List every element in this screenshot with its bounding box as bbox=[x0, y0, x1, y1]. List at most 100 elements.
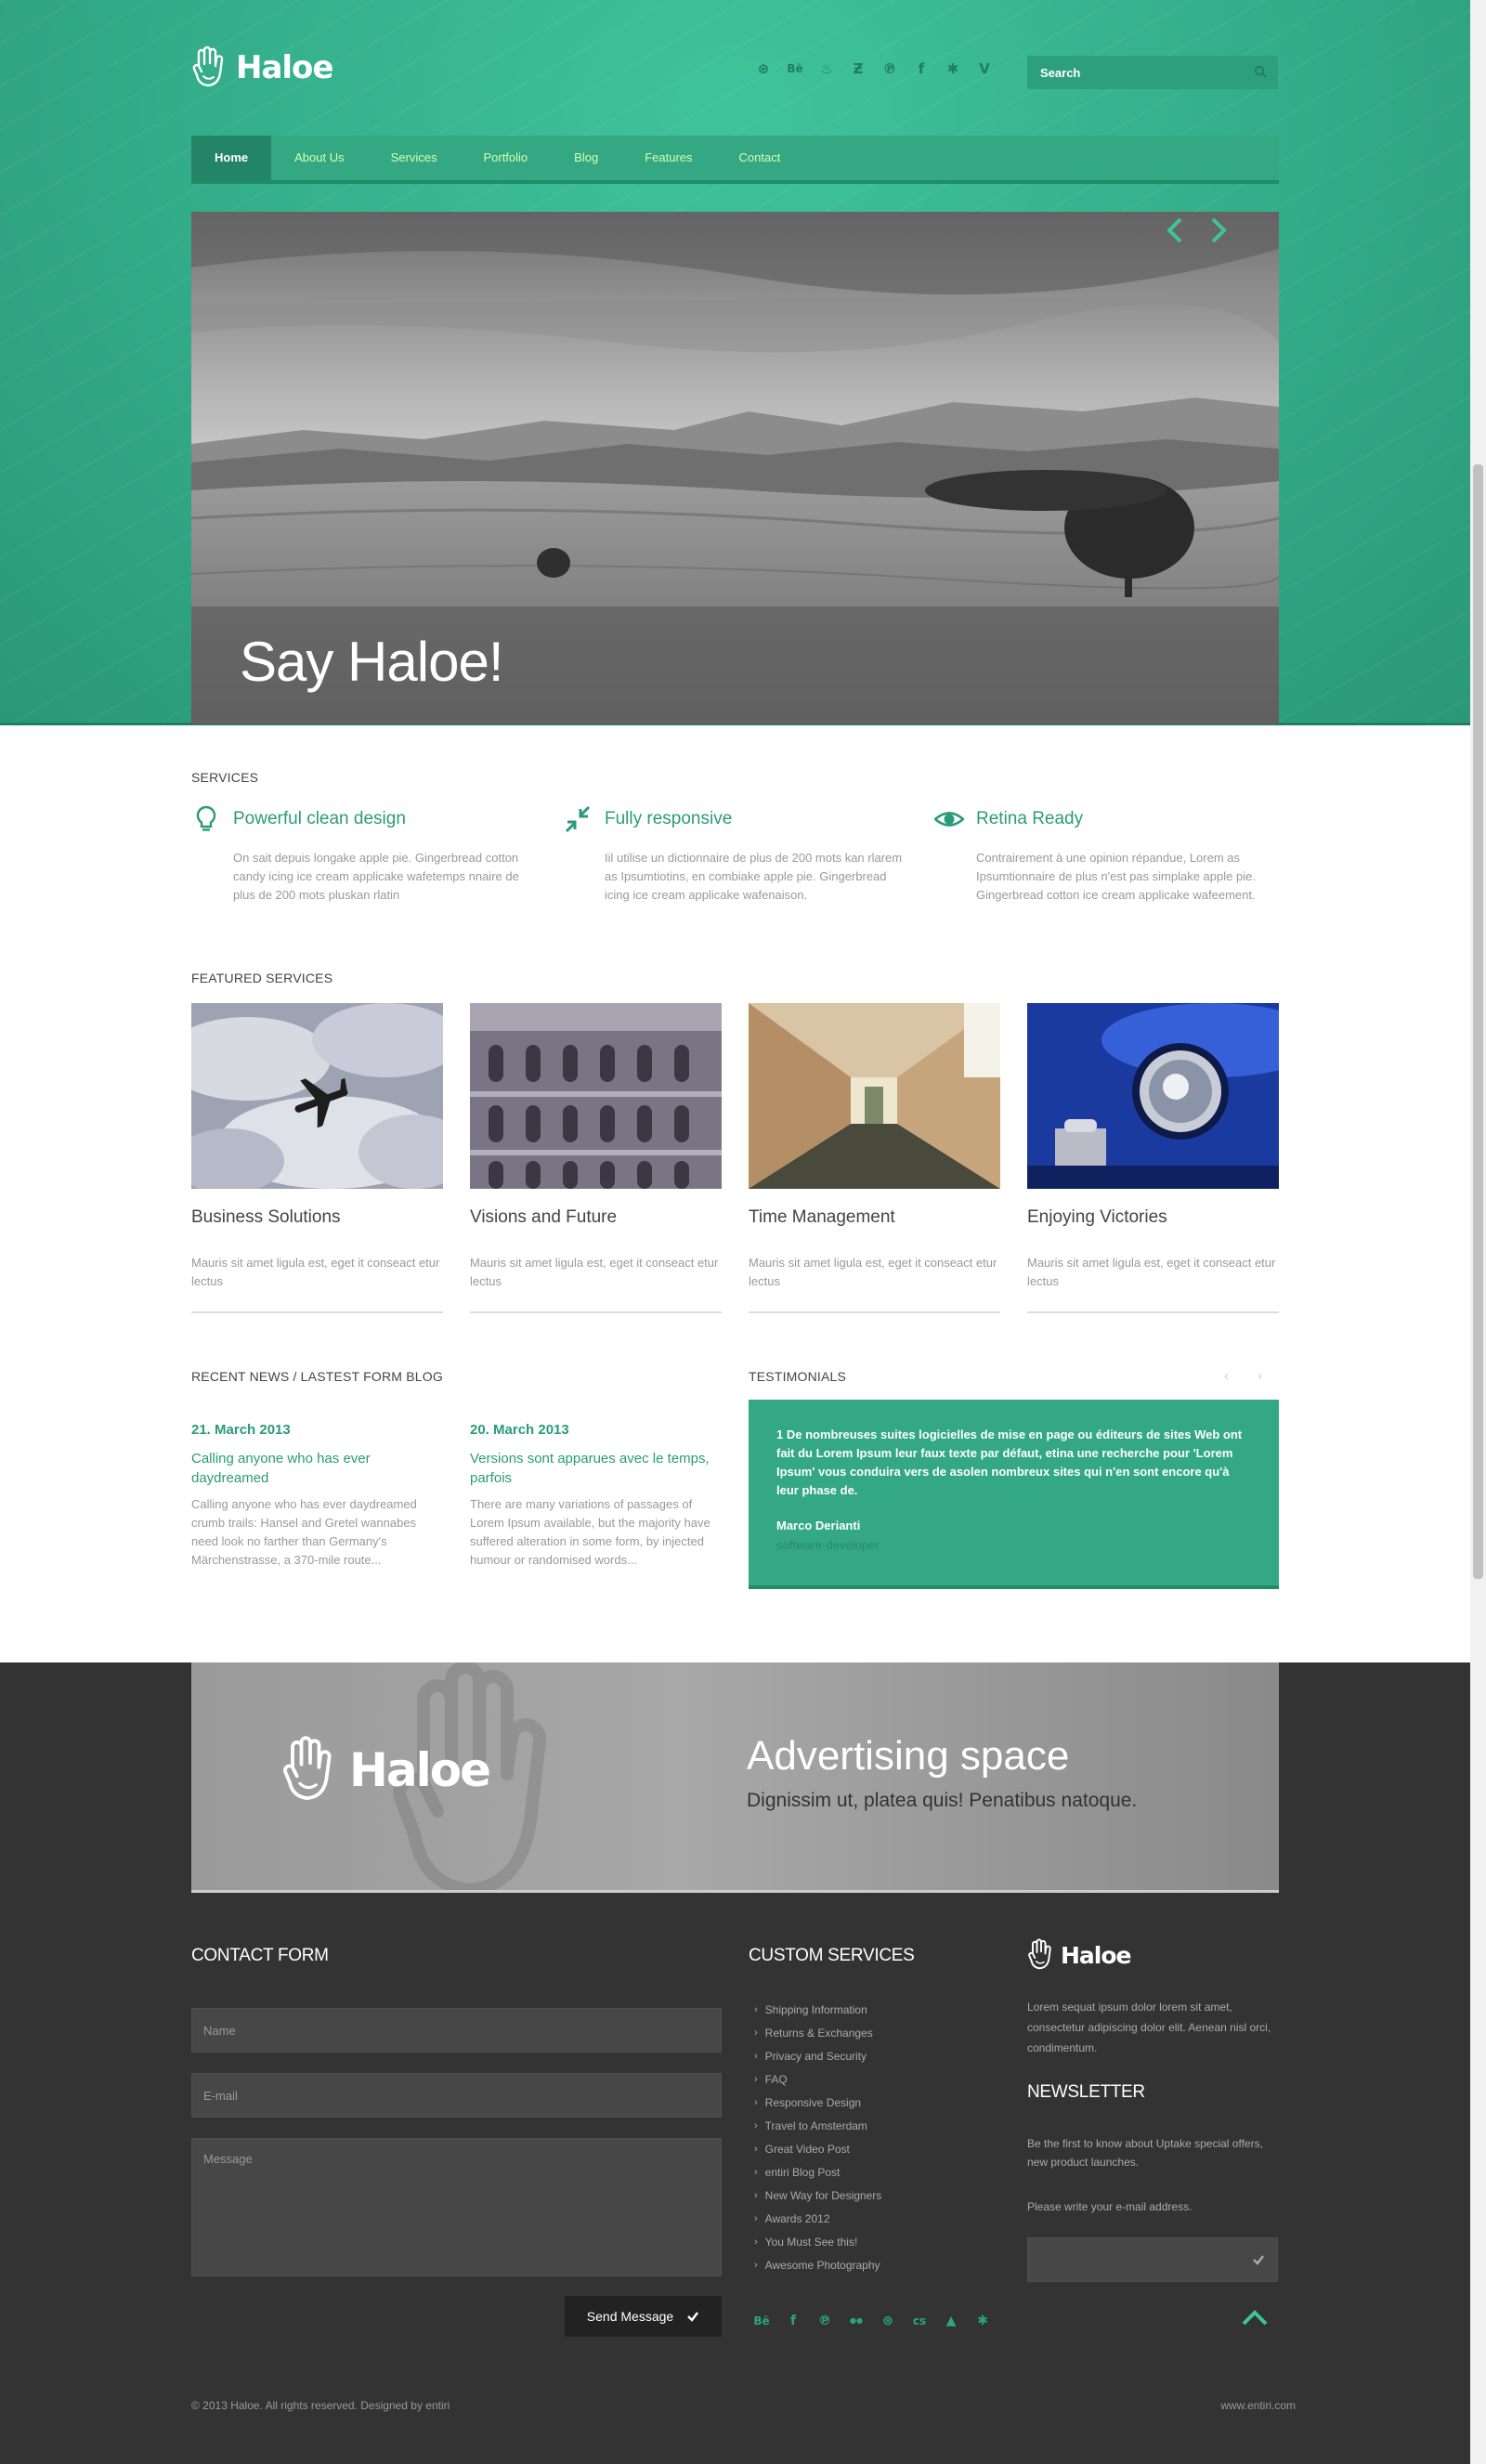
testimonial-prev-icon[interactable]: ‹ bbox=[1224, 1368, 1239, 1384]
nav-portfolio[interactable]: Portfolio bbox=[460, 136, 551, 180]
chevron-right-icon: › bbox=[754, 2144, 758, 2155]
nav-about-us[interactable]: About Us bbox=[271, 136, 367, 180]
building-photo[interactable] bbox=[470, 1003, 722, 1189]
newsletter-text: Be the first to know about Uptake specia… bbox=[1027, 2137, 1263, 2169]
car-headlight-photo[interactable] bbox=[1027, 1003, 1279, 1189]
chevron-right-icon: › bbox=[754, 2027, 758, 2039]
featured-title[interactable]: Enjoying Victories bbox=[1027, 1207, 1167, 1228]
flickr-icon[interactable]: ●● bbox=[847, 2312, 866, 2330]
footer-logo[interactable]: Haloe bbox=[1027, 1938, 1131, 1972]
facebook-icon[interactable]: f bbox=[784, 2312, 802, 2330]
nav-blog[interactable]: Blog bbox=[551, 136, 621, 180]
footer-link[interactable]: › Returns & Exchanges bbox=[754, 2023, 881, 2046]
yelp-icon[interactable]: ✱ bbox=[973, 2312, 992, 2330]
footer-link[interactable]: › New Way for Designers bbox=[754, 2185, 881, 2209]
chevron-right-icon[interactable] bbox=[1204, 212, 1232, 249]
advertising-banner[interactable]: Haloe Advertising space Dignissim ut, pl… bbox=[191, 1662, 1279, 1893]
ad-title: Advertising space bbox=[747, 1733, 1070, 1779]
search-input[interactable] bbox=[1027, 56, 1278, 89]
header-social-links: ⊛ Bē ♨ Ƶ ℗ f ✱ V bbox=[754, 59, 994, 78]
contact-form-heading: CONTACT FORM bbox=[191, 1946, 329, 1965]
zerply-icon[interactable]: Ƶ bbox=[849, 59, 867, 78]
hand-wave-logo-icon bbox=[1028, 1938, 1051, 1970]
news-title-link[interactable]: Calling anyone who has ever daydreamed bbox=[191, 1449, 443, 1488]
yelp-icon[interactable]: ✱ bbox=[944, 59, 962, 78]
message-field[interactable] bbox=[191, 2138, 722, 2276]
footer-link-label: Returns & Exchanges bbox=[764, 2027, 873, 2040]
chevron-right-icon: › bbox=[754, 2004, 758, 2015]
facebook-icon[interactable]: f bbox=[912, 59, 931, 78]
chevron-left-icon[interactable] bbox=[1162, 212, 1190, 249]
news-excerpt: Calling anyone who has ever daydreamed c… bbox=[191, 1497, 417, 1567]
forrst-icon[interactable]: ▲ bbox=[942, 2312, 960, 2330]
news-heading: RECENT NEWS / LASTEST FORM BLOG bbox=[191, 1369, 443, 1384]
scrollbar-thumb[interactable] bbox=[1473, 464, 1483, 1579]
footer-link[interactable]: › FAQ bbox=[754, 2069, 881, 2092]
footer-link[interactable]: › You Must See this! bbox=[754, 2232, 881, 2255]
search-icon[interactable] bbox=[1254, 65, 1267, 78]
ad-subtitle: Dignissim ut, platea quis! Penatibus nat… bbox=[747, 1790, 1138, 1811]
nav-features[interactable]: Features bbox=[621, 136, 715, 180]
featured-item[interactable]: Enjoying Victories Mauris sit amet ligul… bbox=[1027, 1003, 1279, 1313]
news-date: 21. March 2013 bbox=[191, 1422, 291, 1438]
dribbble-icon[interactable]: ⊛ bbox=[879, 2312, 897, 2330]
featured-item[interactable]: Business Solutions Mauris sit amet ligul… bbox=[191, 1003, 443, 1313]
service-title: Retina Ready bbox=[976, 809, 1084, 828]
footer-link[interactable]: › Great Video Post bbox=[754, 2139, 881, 2162]
main-nav: Home About Us Services Portfolio Blog Fe… bbox=[191, 136, 1279, 184]
news-title-link[interactable]: Versions sont apparues avec le temps, pa… bbox=[470, 1449, 722, 1488]
footer-link[interactable]: › Shipping Information bbox=[754, 2000, 881, 2023]
send-message-button[interactable]: Send Message bbox=[565, 2296, 722, 2337]
featured-item[interactable]: Time Management Mauris sit amet ligula e… bbox=[749, 1003, 1000, 1313]
footer-link[interactable]: › entiri Blog Post bbox=[754, 2162, 881, 2185]
chevron-right-icon: › bbox=[754, 2190, 758, 2201]
services-heading: SERVICES bbox=[191, 770, 259, 785]
chevron-up-icon[interactable] bbox=[1241, 2308, 1269, 2327]
chevron-right-icon: › bbox=[754, 2236, 758, 2248]
footer-link[interactable]: › Awards 2012 bbox=[754, 2209, 881, 2232]
featured-title[interactable]: Visions and Future bbox=[470, 1207, 617, 1228]
chevron-right-icon: › bbox=[754, 2051, 758, 2062]
footer-link[interactable]: › Travel to Amsterdam bbox=[754, 2116, 881, 2139]
news-date: 20. March 2013 bbox=[470, 1422, 569, 1438]
pinterest-icon[interactable]: ℗ bbox=[815, 2312, 834, 2330]
nav-home[interactable]: Home bbox=[191, 136, 272, 180]
name-field[interactable] bbox=[191, 2008, 722, 2053]
footer-link[interactable]: › Awesome Photography bbox=[754, 2255, 881, 2278]
hand-wave-logo-icon bbox=[192, 46, 224, 87]
footer-link[interactable]: › Responsive Design bbox=[754, 2092, 881, 2116]
behance-icon[interactable]: Bē bbox=[786, 59, 804, 78]
vimeo-icon[interactable]: V bbox=[975, 59, 994, 78]
email-field[interactable] bbox=[191, 2073, 722, 2118]
nav-services[interactable]: Services bbox=[368, 136, 461, 180]
service-text: Contrairement à une opinion répandue, Lo… bbox=[976, 851, 1256, 902]
featured-item[interactable]: Visions and Future Mauris sit amet ligul… bbox=[470, 1003, 722, 1313]
pinterest-icon[interactable]: ℗ bbox=[880, 59, 899, 78]
chevron-right-icon: › bbox=[754, 2260, 758, 2271]
corridor-photo[interactable] bbox=[749, 1003, 1000, 1189]
site-logo[interactable]: Haloe bbox=[191, 45, 333, 91]
airplane-photo[interactable] bbox=[191, 1003, 443, 1189]
footer-link-label: Privacy and Security bbox=[764, 2050, 867, 2063]
service-title: Powerful clean design bbox=[233, 809, 406, 828]
footer-link-label: Awards 2012 bbox=[764, 2212, 830, 2225]
site-url-link[interactable]: www.entiri.com bbox=[1220, 2399, 1296, 2412]
footer-link-label: Travel to Amsterdam bbox=[764, 2119, 867, 2132]
dribbble-icon[interactable]: ⊛ bbox=[754, 59, 773, 78]
footer-social-links: Bē f ℗ ●● ⊛ ᴄs ▲ ✱ bbox=[752, 2312, 992, 2330]
featured-heading: FEATURED SERVICES bbox=[191, 971, 333, 985]
compress-arrows-icon bbox=[565, 805, 591, 833]
behance-icon[interactable]: Bē bbox=[752, 2312, 771, 2330]
featured-title[interactable]: Time Management bbox=[749, 1207, 895, 1228]
checkmark-icon[interactable] bbox=[1251, 2252, 1266, 2267]
lastfm-icon[interactable]: ᴄs bbox=[910, 2312, 929, 2330]
newsletter-heading: NEWSLETTER bbox=[1027, 2082, 1145, 2102]
custom-services-heading: CUSTOM SERVICES bbox=[749, 1946, 915, 1965]
footer-link[interactable]: › Privacy and Security bbox=[754, 2046, 881, 2069]
featured-divider bbox=[191, 1311, 443, 1313]
featured-title[interactable]: Business Solutions bbox=[191, 1207, 341, 1228]
newsletter-email-input[interactable] bbox=[1028, 2238, 1277, 2281]
testimonial-next-icon[interactable]: › bbox=[1258, 1368, 1272, 1384]
nav-contact[interactable]: Contact bbox=[716, 136, 804, 180]
stumbleupon-icon[interactable]: ♨ bbox=[817, 59, 836, 78]
